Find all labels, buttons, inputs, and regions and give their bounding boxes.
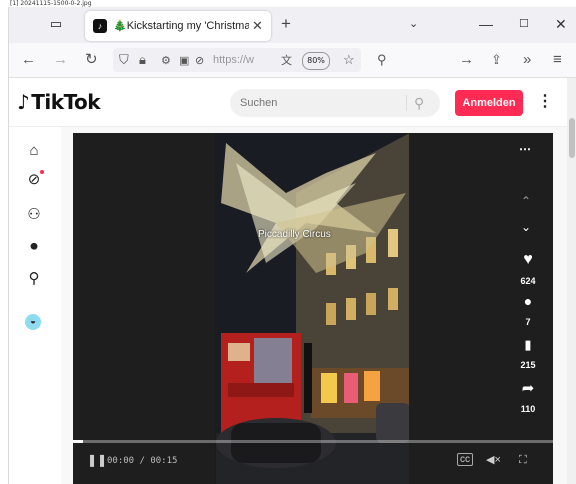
notification-dot	[40, 170, 44, 174]
tab-close-icon[interactable]: ✕	[252, 18, 263, 33]
video-frame[interactable]: Piccadilly Circus	[216, 133, 410, 484]
search-icon[interactable]: ⚲	[414, 94, 424, 112]
tab-overflow-chevron-icon[interactable]: ⌄	[409, 16, 418, 32]
maximize-icon[interactable]: ☐	[519, 16, 529, 32]
captions-icon[interactable]: cc	[457, 453, 473, 466]
media-permission-icon[interactable]: ▣	[179, 52, 189, 70]
video-time: 00:00 / 00:15	[107, 456, 178, 466]
app-menu-icon[interactable]: ≡	[553, 51, 562, 69]
forward-arrow-icon[interactable]: →	[459, 51, 474, 69]
back-icon[interactable]: ←	[21, 51, 36, 69]
like-count: 624	[520, 276, 536, 286]
logo-text: TikTok	[31, 90, 101, 114]
video-letterbox-left	[73, 133, 215, 484]
share-icon[interactable]: ⇪	[491, 51, 502, 69]
share-count: 110	[520, 404, 536, 414]
video-more-icon[interactable]: ⋯	[519, 143, 531, 155]
permissions-icon[interactable]: ⚙	[161, 52, 171, 70]
reload-icon[interactable]: ↻	[85, 51, 98, 69]
close-window-icon[interactable]: ✕	[555, 16, 567, 32]
scrollbar-thumb[interactable]	[569, 118, 575, 158]
browser-tab-active[interactable]: ♪ 🎄Kickstarting my 'Christmas ✕	[85, 11, 271, 41]
home-icon[interactable]: ⌂	[23, 141, 45, 161]
overflow-menu-icon[interactable]: »	[523, 51, 531, 69]
login-button[interactable]: Anmelden	[455, 90, 523, 116]
url-text[interactable]: https://w	[213, 53, 254, 67]
tab-title: 🎄Kickstarting my 'Christmas	[113, 20, 249, 32]
sidebar: ⌂ ⊘ ⚇ ⏺ ⚲ ◒	[9, 127, 61, 484]
tiktok-logo[interactable]: ♪ TikTok	[17, 90, 101, 114]
following-icon[interactable]: ⚇	[23, 205, 45, 225]
zoom-level-badge[interactable]: 80%	[302, 52, 330, 70]
tiktok-note-icon: ♪	[17, 90, 30, 114]
browser-window: ▭ ♪ 🎄Kickstarting my 'Christmas ✕ + ⌄ — …	[8, 7, 576, 484]
tab-strip: ▭ ♪ 🎄Kickstarting my 'Christmas ✕ + ⌄ — …	[9, 7, 576, 43]
fullscreen-icon[interactable]: ⛶	[519, 453, 527, 467]
video-text-overlay: Piccadilly Circus	[258, 229, 331, 240]
avatar-icon[interactable]: ◒	[25, 314, 41, 330]
save-count: 215	[520, 360, 536, 370]
profile-icon[interactable]: ⚲	[23, 269, 45, 289]
search-divider	[406, 95, 407, 111]
search-icon[interactable]: ⚲	[377, 51, 387, 69]
page-scrollbar[interactable]	[567, 78, 576, 484]
mute-icon[interactable]: ◀×	[486, 453, 501, 467]
share-arrow-icon[interactable]: ➦	[519, 379, 537, 397]
tiktok-favicon-icon: ♪	[93, 19, 107, 33]
live-icon[interactable]: ⏺	[23, 237, 45, 257]
navigation-bar: ← → ↻ ⛉ 🔒︎ ⚙ ▣ ⊘ https://w 文 80% ☆ ⚲ → ⇪…	[9, 43, 576, 78]
next-video-icon[interactable]: ⌄	[521, 221, 531, 233]
video-player[interactable]: Piccadilly Circus ⋯ ⌃ ⌄ ♥ 624 ● 7 ▮ 215 …	[73, 133, 553, 484]
lock-icon[interactable]: 🔒︎	[139, 51, 146, 69]
like-heart-icon[interactable]: ♥	[519, 251, 537, 269]
more-options-icon[interactable]: ⋮	[537, 92, 553, 112]
translate-icon[interactable]: 文	[281, 52, 292, 70]
street-scene-image	[216, 133, 410, 484]
minimize-icon[interactable]: —	[479, 16, 493, 32]
autoplay-icon[interactable]: ⊘	[195, 52, 204, 70]
search-input[interactable]	[240, 94, 400, 112]
url-bar[interactable]: ⛉ 🔒︎ ⚙ ▣ ⊘ https://w 文 80% ☆	[113, 48, 361, 72]
forward-icon[interactable]: →	[53, 51, 68, 69]
video-progress-bar[interactable]	[73, 440, 553, 443]
new-tab-icon[interactable]: +	[281, 15, 291, 33]
file-label: [1] 20241115-1500-0-2.jpg	[10, 0, 92, 7]
bookmark-star-icon[interactable]: ☆	[343, 51, 355, 69]
tab-list-icon[interactable]: ▭	[49, 17, 63, 31]
bookmark-icon[interactable]: ▮	[519, 337, 537, 353]
tiktok-header: ♪TikTok ⚲ Anmelden ⋮	[9, 78, 576, 127]
comment-icon[interactable]: ●	[519, 293, 537, 309]
previous-video-icon[interactable]: ⌃	[521, 195, 531, 207]
video-progress-fill	[73, 440, 83, 443]
shield-icon[interactable]: ⛉	[119, 51, 129, 69]
pause-icon[interactable]: ❚❚	[87, 453, 107, 467]
feed-area: Piccadilly Circus ⋯ ⌃ ⌄ ♥ 624 ● 7 ▮ 215 …	[61, 127, 576, 484]
search-box[interactable]: ⚲	[230, 89, 440, 117]
comment-count: 7	[525, 317, 531, 327]
